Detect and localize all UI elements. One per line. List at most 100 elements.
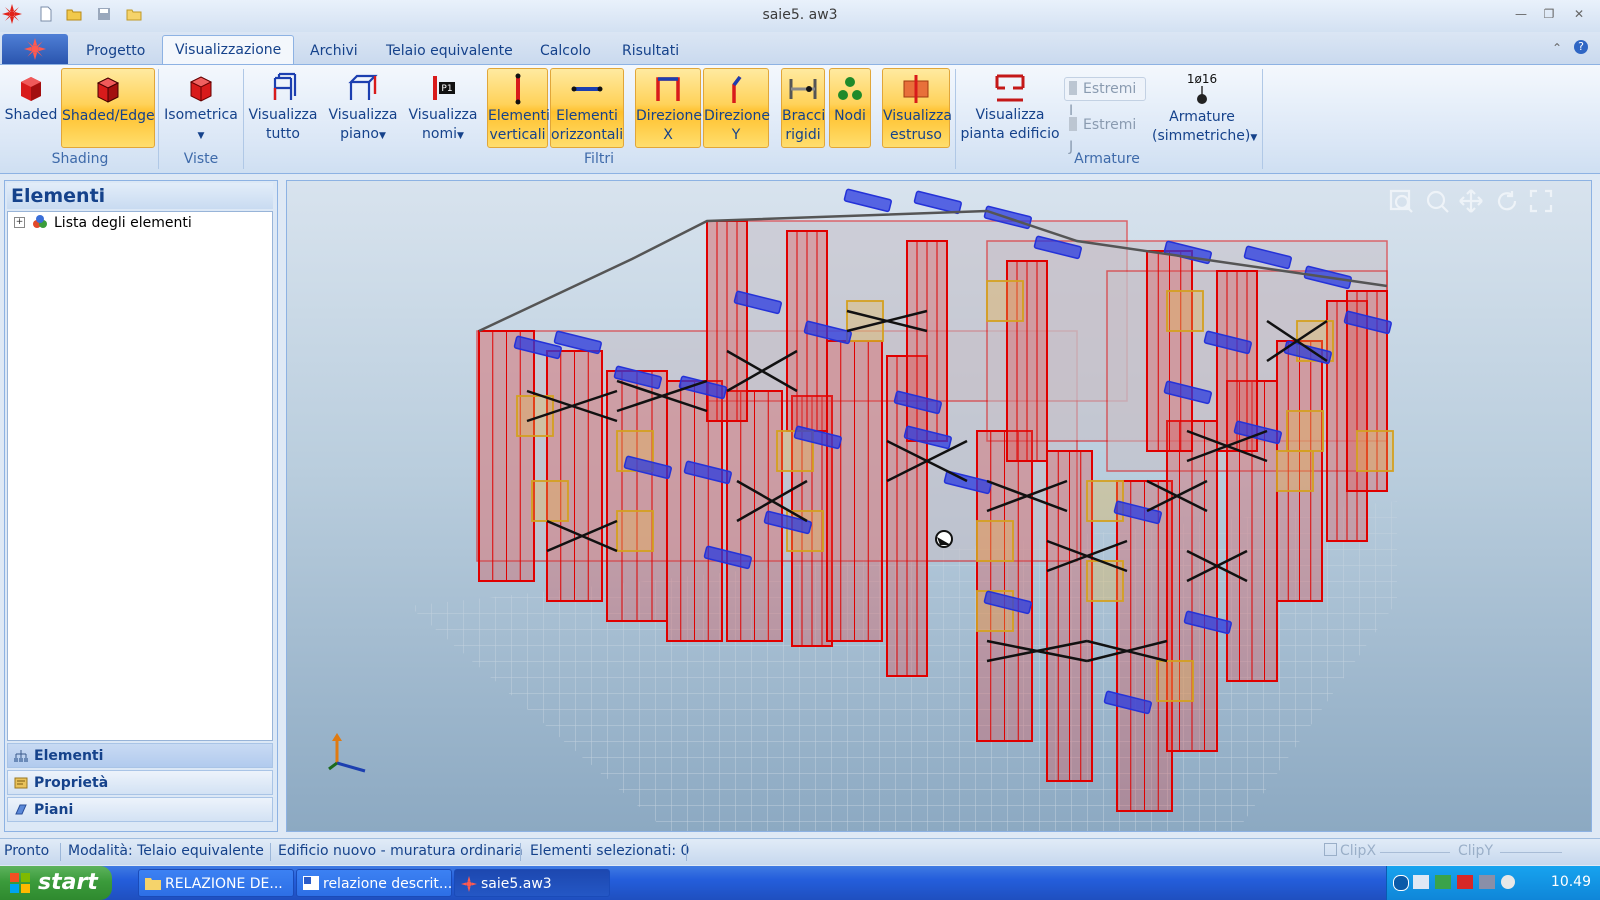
start-button[interactable]: start — [0, 866, 112, 900]
element-list-icon — [33, 215, 47, 228]
elementi-verticali-button[interactable]: Elementi verticali — [487, 68, 550, 148]
direzione-y-button[interactable]: Direzione Y — [703, 68, 770, 148]
nodi-button[interactable]: Nodi — [829, 68, 871, 148]
elements-panel: Elementi + Lista degli elementi Elementi… — [4, 180, 278, 832]
tray-app-icon[interactable] — [1501, 875, 1515, 889]
windows-logo-icon — [10, 873, 30, 893]
3d-viewport[interactable] — [286, 180, 1592, 832]
extrude-icon — [903, 75, 929, 103]
help-icon[interactable]: ? — [1574, 40, 1588, 54]
shaded-button[interactable]: Shaded — [4, 68, 58, 148]
clipy-label: ClipY — [1458, 843, 1493, 859]
task-label: RELAZIONE DE... — [165, 876, 283, 892]
tab-calcolo[interactable]: Calcolo — [528, 38, 603, 64]
application-menu-button[interactable] — [2, 34, 68, 64]
shaded-edge-cube-icon — [96, 77, 120, 103]
visualizza-nomi-line2: nomi — [422, 126, 458, 142]
zoom-icon[interactable] — [1426, 190, 1449, 213]
visualizza-tutto-button[interactable]: Visualizza tutto — [246, 68, 320, 148]
spandrel-element — [1166, 290, 1204, 332]
nav-elementi[interactable]: Elementi — [7, 743, 273, 768]
tab-archivi[interactable]: Archivi — [298, 38, 370, 64]
pan-icon[interactable] — [1459, 189, 1483, 213]
nav-proprieta[interactable]: Proprietà — [7, 770, 273, 795]
bracci-rigidi-line2: rigidi — [785, 127, 821, 143]
mouse-cursor-icon — [935, 530, 953, 548]
visualizza-nomi-dropdown[interactable]: P1 Visualizza nomi▼ — [404, 68, 482, 148]
tray-collapse-icon[interactable] — [1393, 875, 1409, 891]
visualizza-piano-line2: piano — [340, 126, 379, 142]
spandrel-element — [1156, 660, 1194, 702]
close-button[interactable]: ✕ — [1570, 6, 1588, 22]
tray-app-icon[interactable] — [1435, 875, 1451, 889]
tree-expand-icon[interactable]: + — [14, 217, 25, 228]
task-relazione-folder[interactable]: RELAZIONE DE... — [138, 869, 294, 897]
bracci-rigidi-button[interactable]: Bracci rigidi — [781, 68, 825, 148]
dropdown-arrow-icon: ▼ — [457, 131, 464, 141]
beam-element — [843, 188, 892, 213]
visualizza-estruso-line2: estruso — [890, 127, 942, 143]
visualizza-tutto-line1: Visualizza — [248, 107, 318, 123]
view-navigation-icons[interactable] — [1389, 189, 1553, 213]
isometric-cube-icon — [189, 76, 213, 102]
floor-plan-icon — [995, 74, 1025, 102]
clipx-toggle[interactable]: ClipX — [1324, 843, 1376, 859]
structural-model-3d — [328, 188, 1553, 831]
direzione-x-line1: Direzione — [636, 108, 703, 124]
nav-elementi-label: Elementi — [34, 748, 104, 764]
clipy-slider[interactable] — [1500, 852, 1562, 853]
nav-proprieta-label: Proprietà — [34, 775, 109, 791]
network-icon[interactable] — [1413, 875, 1429, 889]
nav-piani[interactable]: Piani — [7, 797, 273, 822]
element-tree[interactable]: + Lista degli elementi — [7, 211, 273, 741]
task-saie5[interactable]: saie5.aw3 — [454, 869, 610, 897]
shaded-label: Shaded — [4, 107, 58, 123]
isometrica-dropdown[interactable]: Isometrica ▼ — [162, 68, 240, 148]
axis-triad-icon — [328, 733, 366, 773]
armature-badge: 1ø16 — [1186, 72, 1218, 86]
rebar-icon — [1197, 86, 1207, 104]
antivirus-icon[interactable] — [1457, 875, 1473, 889]
spandrel-element — [531, 480, 569, 522]
tree-item-lista-elementi[interactable]: Lista degli elementi — [54, 215, 192, 231]
visualizza-estruso-button[interactable]: Visualizza estruso — [882, 68, 952, 148]
visualizza-pianta-button[interactable]: Visualizza pianta edificio — [960, 68, 1060, 148]
armature-simmetriche-dropdown[interactable]: 1ø16 Armature (simmetriche)▼ — [1152, 68, 1257, 148]
group-label-armature: Armature — [1074, 151, 1140, 167]
visualizza-piano-dropdown[interactable]: Visualizza piano▼ — [324, 68, 402, 148]
direzione-x-line2: X — [663, 127, 673, 143]
clipx-label: ClipX — [1340, 843, 1377, 859]
spandrel-element — [976, 520, 1014, 562]
restore-button[interactable]: ❐ — [1540, 6, 1558, 22]
frame-all-icon — [273, 72, 297, 100]
zoom-window-icon[interactable] — [1389, 189, 1413, 213]
clipx-checkbox-icon[interactable] — [1324, 843, 1337, 856]
shaded-edge-button[interactable]: Shaded/Edge — [61, 68, 155, 148]
system-tray: 10.49 — [1386, 866, 1600, 900]
direzione-x-button[interactable]: Direzione X — [635, 68, 703, 148]
group-label-shading: Shading — [51, 151, 109, 167]
direction-x-icon — [656, 77, 680, 101]
rotate-icon[interactable] — [1497, 191, 1517, 211]
visualizza-tutto-line2: tutto — [266, 126, 300, 142]
spandrel-element — [846, 300, 884, 342]
tab-telaio-equivalente[interactable]: Telaio equivalente — [374, 38, 525, 64]
clipx-slider[interactable] — [1380, 852, 1450, 853]
tab-progetto[interactable]: Progetto — [74, 38, 157, 64]
elementi-orizzontali-line1: Elementi — [556, 108, 618, 124]
estremi-i-button[interactable]: Estremi I — [1064, 77, 1146, 119]
estremi-j-button[interactable]: Estremi J — [1064, 113, 1146, 155]
group-separator — [1262, 69, 1263, 169]
group-label-filtri: Filtri — [584, 151, 614, 167]
minimize-button[interactable]: — — [1512, 6, 1530, 22]
tab-risultati[interactable]: Risultati — [610, 38, 691, 64]
tray-app-icon[interactable] — [1479, 875, 1495, 889]
elementi-orizzontali-line2: orizzontali — [551, 127, 624, 143]
minimize-ribbon-icon[interactable]: ⌃ — [1548, 40, 1566, 56]
task-label: saie5.aw3 — [481, 876, 552, 892]
elementi-verticali-line1: Elementi — [488, 108, 550, 124]
elementi-orizzontali-button[interactable]: Elementi orizzontali — [550, 68, 624, 148]
tab-visualizzazione[interactable]: Visualizzazione — [162, 35, 295, 66]
task-relazione-word[interactable]: relazione descrit... — [296, 869, 452, 897]
fit-view-icon[interactable] — [1529, 189, 1553, 213]
